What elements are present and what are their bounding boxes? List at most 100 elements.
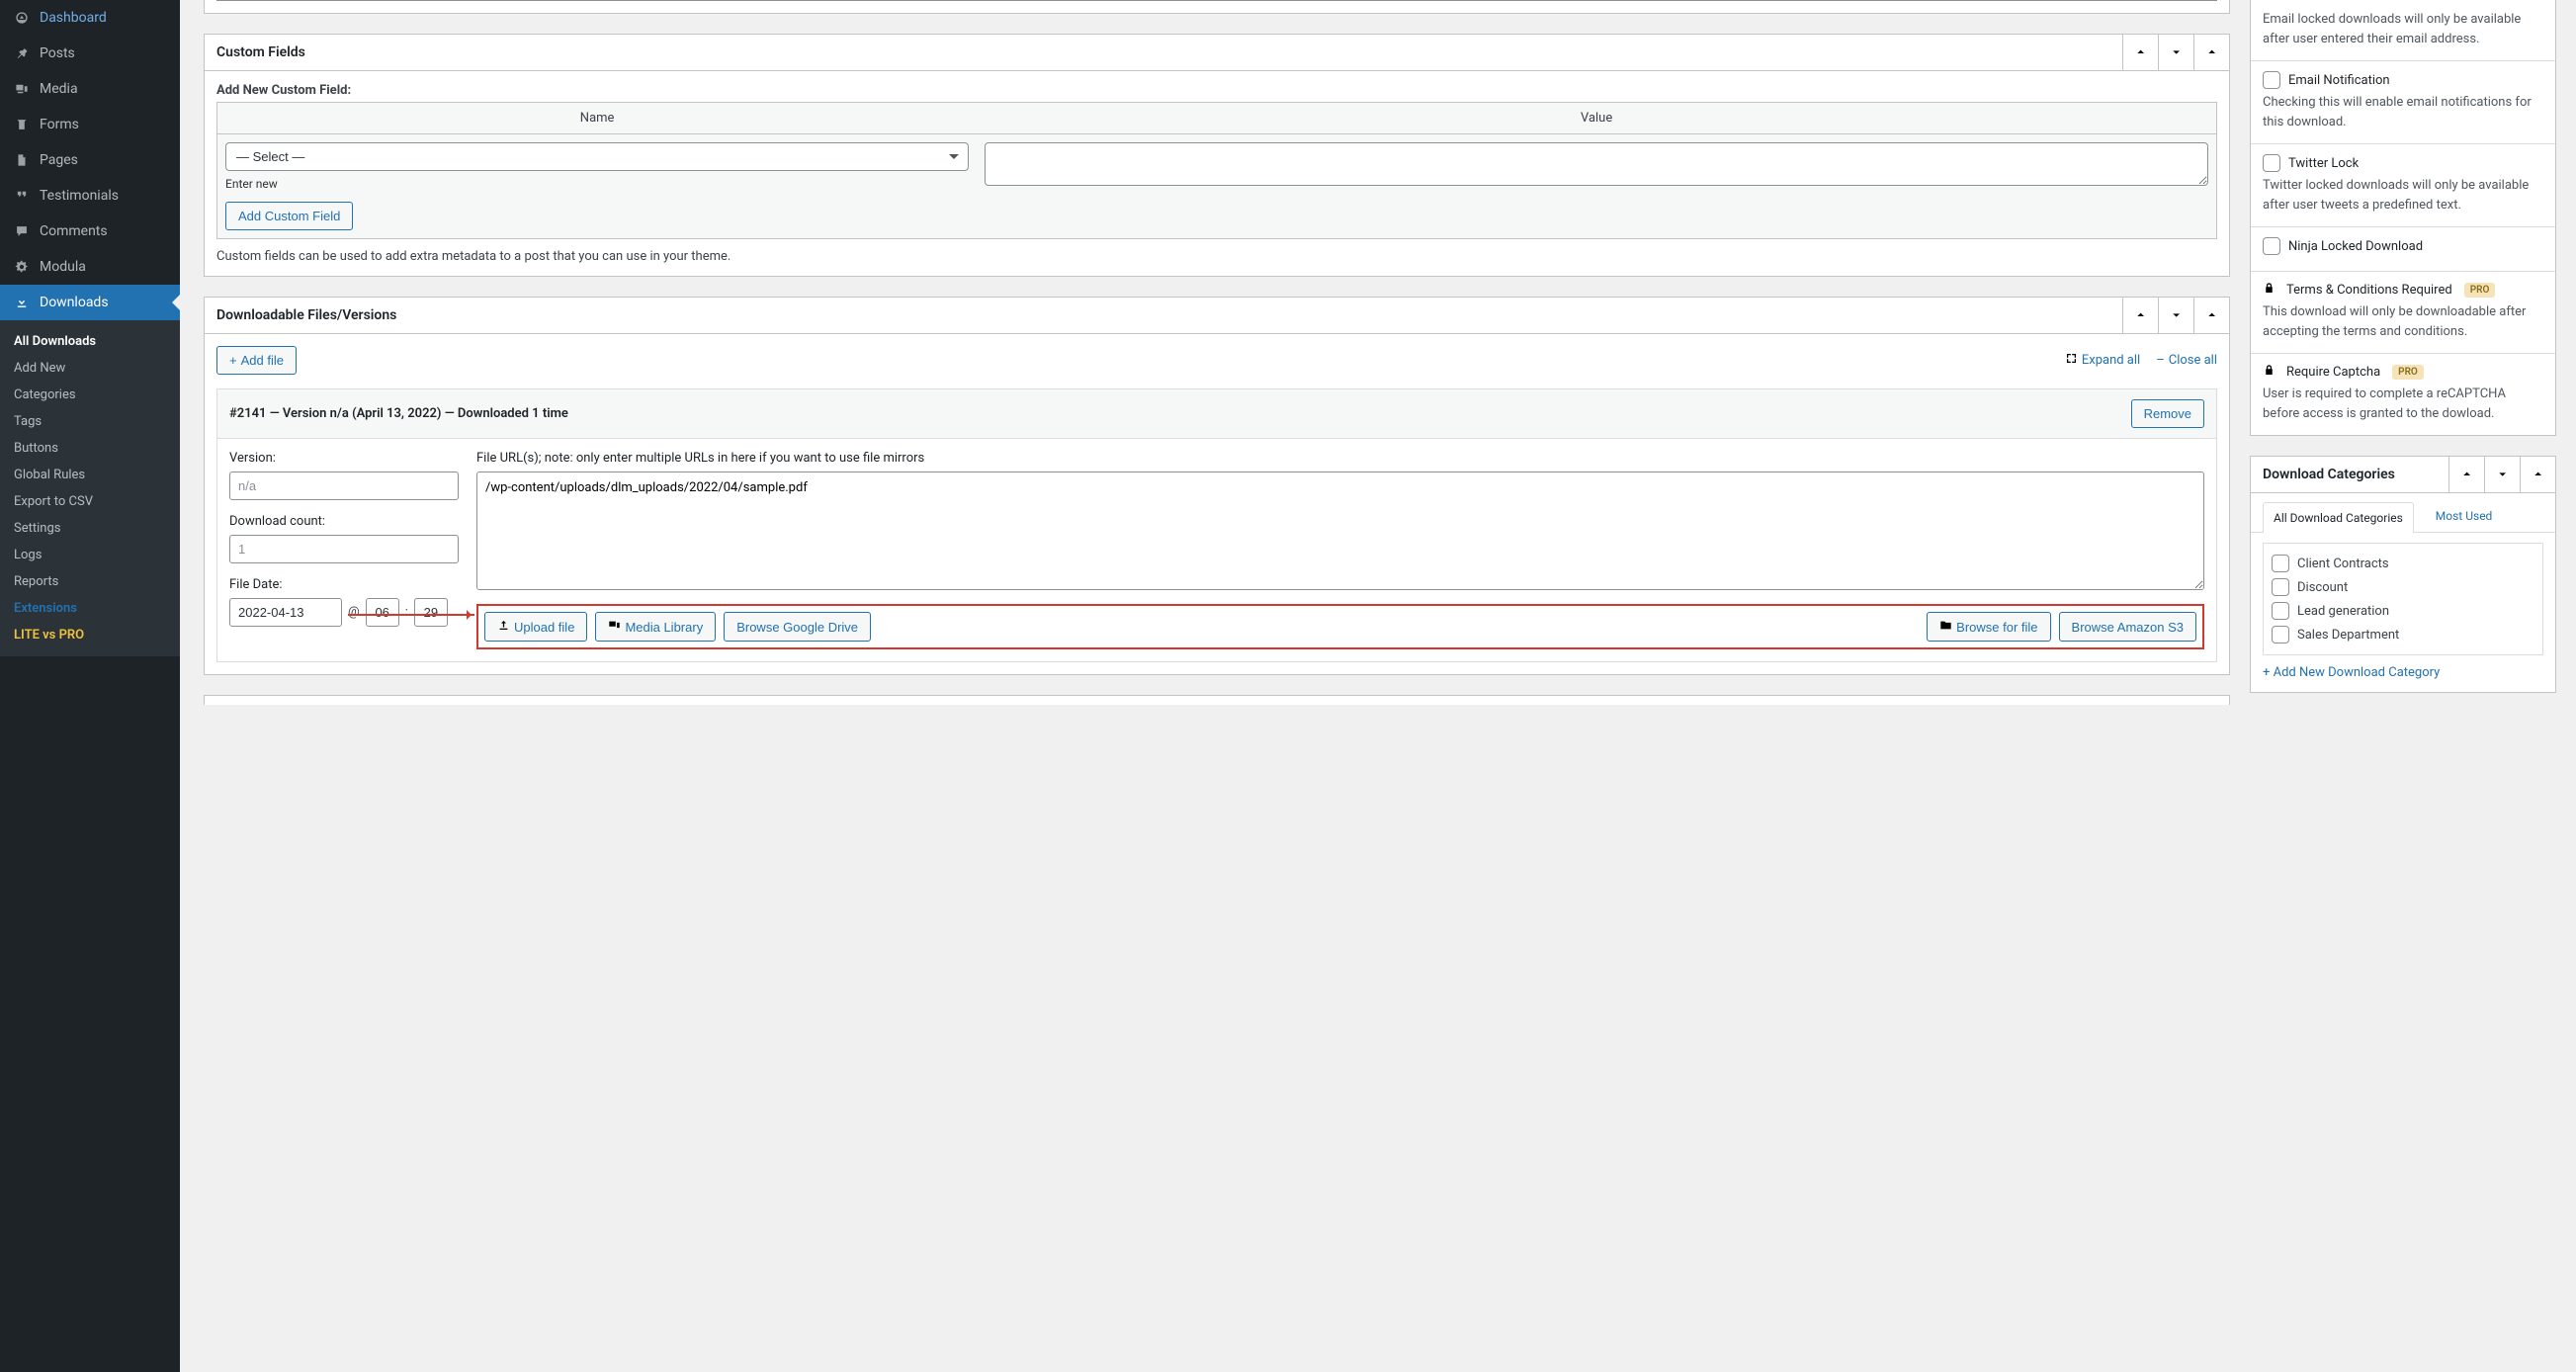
captcha-desc: User is required to complete a reCAPTCHA…: [2263, 385, 2543, 423]
add-category-link[interactable]: + Add New Download Category: [2263, 665, 2440, 680]
comment-icon: [12, 221, 32, 241]
downloadable-files-box: Downloadable Files/Versions + Add file: [204, 297, 2230, 675]
folder-icon: [1939, 619, 1952, 635]
menu-label: Modula: [40, 259, 86, 275]
add-file-button[interactable]: + Add file: [216, 346, 297, 375]
email-lock-desc: Email locked downloads will only be avai…: [2263, 10, 2543, 48]
category-checkbox[interactable]: [2272, 602, 2289, 620]
twitter-lock-checkbox[interactable]: [2263, 154, 2280, 172]
submenu-all-downloads[interactable]: All Downloads: [0, 328, 180, 355]
category-item: Lead generation: [2272, 599, 2534, 623]
previous-box-tail: [204, 0, 2230, 14]
submenu-reports[interactable]: Reports: [0, 568, 180, 595]
captcha-title: Require Captcha: [2286, 365, 2380, 380]
close-all-link[interactable]: – Close all: [2156, 353, 2217, 368]
submenu-extensions[interactable]: Extensions: [0, 595, 180, 622]
file-url-input[interactable]: [476, 472, 2204, 590]
upload-icon: [497, 619, 510, 635]
submenu-categories[interactable]: Categories: [0, 382, 180, 408]
tab-all-categories[interactable]: All Download Categories: [2263, 502, 2414, 533]
minus-icon: –: [2156, 353, 2165, 368]
admin-sidebar: Dashboard Posts Media Forms Pages Testim…: [0, 0, 180, 1372]
menu-testimonials[interactable]: Testimonials: [0, 178, 180, 214]
download-count-input[interactable]: [229, 535, 459, 563]
move-down-button[interactable]: [2158, 298, 2193, 333]
move-down-button[interactable]: [2158, 35, 2193, 70]
category-label: Discount: [2297, 580, 2348, 595]
category-checkbox[interactable]: [2272, 555, 2289, 572]
email-notification-desc: Checking this will enable email notifica…: [2263, 93, 2543, 131]
menu-label: Dashboard: [40, 10, 107, 26]
browse-gdrive-button[interactable]: Browse Google Drive: [724, 612, 871, 642]
expand-all-link[interactable]: Expand all: [2065, 352, 2140, 369]
file-hour-input[interactable]: [366, 598, 399, 627]
email-notification-title: Email Notification: [2288, 73, 2390, 88]
enter-new-link[interactable]: Enter new: [225, 177, 278, 191]
submenu-logs[interactable]: Logs: [0, 542, 180, 568]
download-count-label: Download count:: [229, 514, 459, 529]
toggle-button[interactable]: [2193, 35, 2229, 70]
main-content: Custom Fields Add New Custom Field: Name…: [180, 0, 2576, 1372]
dashboard-icon: [12, 8, 32, 28]
categories-box-title: Download Categories: [2251, 457, 2448, 492]
gear-icon: [12, 257, 32, 277]
ninja-lock-checkbox[interactable]: [2263, 237, 2280, 255]
move-up-button[interactable]: [2122, 298, 2158, 333]
submenu-settings[interactable]: Settings: [0, 515, 180, 542]
ninja-lock-title: Ninja Locked Download: [2288, 239, 2423, 254]
move-down-button[interactable]: [2484, 457, 2520, 492]
file-url-label: File URL(s); note: only enter multiple U…: [476, 451, 2204, 466]
submenu-lite-vs-pro[interactable]: LITE vs PRO: [0, 622, 180, 648]
menu-downloads[interactable]: Downloads: [0, 285, 180, 320]
menu-label: Comments: [40, 223, 108, 239]
add-custom-field-label: Add New Custom Field:: [216, 83, 351, 98]
menu-pages[interactable]: Pages: [0, 142, 180, 178]
remove-file-button[interactable]: Remove: [2131, 399, 2204, 428]
submenu-add-new[interactable]: Add New: [0, 355, 180, 382]
custom-field-name-select[interactable]: — Select —: [225, 142, 969, 171]
submenu-buttons[interactable]: Buttons: [0, 435, 180, 462]
upload-file-button[interactable]: Upload file: [484, 612, 587, 642]
pro-badge: PRO: [2464, 283, 2496, 298]
file-version-box: #2141 — Version n/a (April 13, 2022) — D…: [216, 388, 2217, 662]
file-minute-input[interactable]: [414, 598, 448, 627]
menu-dashboard[interactable]: Dashboard: [0, 0, 180, 36]
browse-for-file-button[interactable]: Browse for file: [1927, 612, 2050, 642]
menu-modula[interactable]: Modula: [0, 249, 180, 285]
quote-icon: [12, 186, 32, 206]
pin-icon: [12, 43, 32, 63]
time-colon: :: [405, 605, 408, 620]
move-up-button[interactable]: [2122, 35, 2158, 70]
browse-s3-button[interactable]: Browse Amazon S3: [2059, 612, 2196, 642]
custom-field-value-input[interactable]: [985, 142, 2208, 186]
file-date-input[interactable]: [229, 598, 342, 627]
expand-icon: [2065, 352, 2078, 369]
submenu-tags[interactable]: Tags: [0, 408, 180, 435]
move-up-button[interactable]: [2448, 457, 2484, 492]
at-separator: @: [348, 605, 360, 620]
category-label: Lead generation: [2297, 604, 2389, 619]
menu-forms[interactable]: Forms: [0, 107, 180, 142]
category-item: Discount: [2272, 575, 2534, 599]
menu-posts[interactable]: Posts: [0, 36, 180, 71]
version-input[interactable]: [229, 472, 459, 500]
category-item: Client Contracts: [2272, 552, 2534, 575]
category-list: Client Contracts Discount Lead generatio…: [2263, 543, 2543, 655]
email-notification-checkbox[interactable]: [2263, 71, 2280, 89]
category-checkbox[interactable]: [2272, 578, 2289, 596]
media-icon: [608, 619, 621, 635]
terms-desc: This download will only be downloadable …: [2263, 302, 2543, 341]
category-checkbox[interactable]: [2272, 626, 2289, 643]
lock-icon: [2263, 282, 2278, 299]
menu-comments[interactable]: Comments: [0, 214, 180, 249]
submenu-global-rules[interactable]: Global Rules: [0, 462, 180, 488]
toggle-button[interactable]: [2520, 457, 2555, 492]
menu-media[interactable]: Media: [0, 71, 180, 107]
media-library-button[interactable]: Media Library: [595, 612, 716, 642]
submenu-export-csv[interactable]: Export to CSV: [0, 488, 180, 515]
download-options-box: Email locked downloads will only be avai…: [2250, 0, 2556, 436]
add-custom-field-button[interactable]: Add Custom Field: [225, 202, 353, 230]
toggle-button[interactable]: [2193, 298, 2229, 333]
tab-most-used[interactable]: Most Used: [2426, 501, 2503, 532]
annotation-arrow: [348, 614, 474, 616]
